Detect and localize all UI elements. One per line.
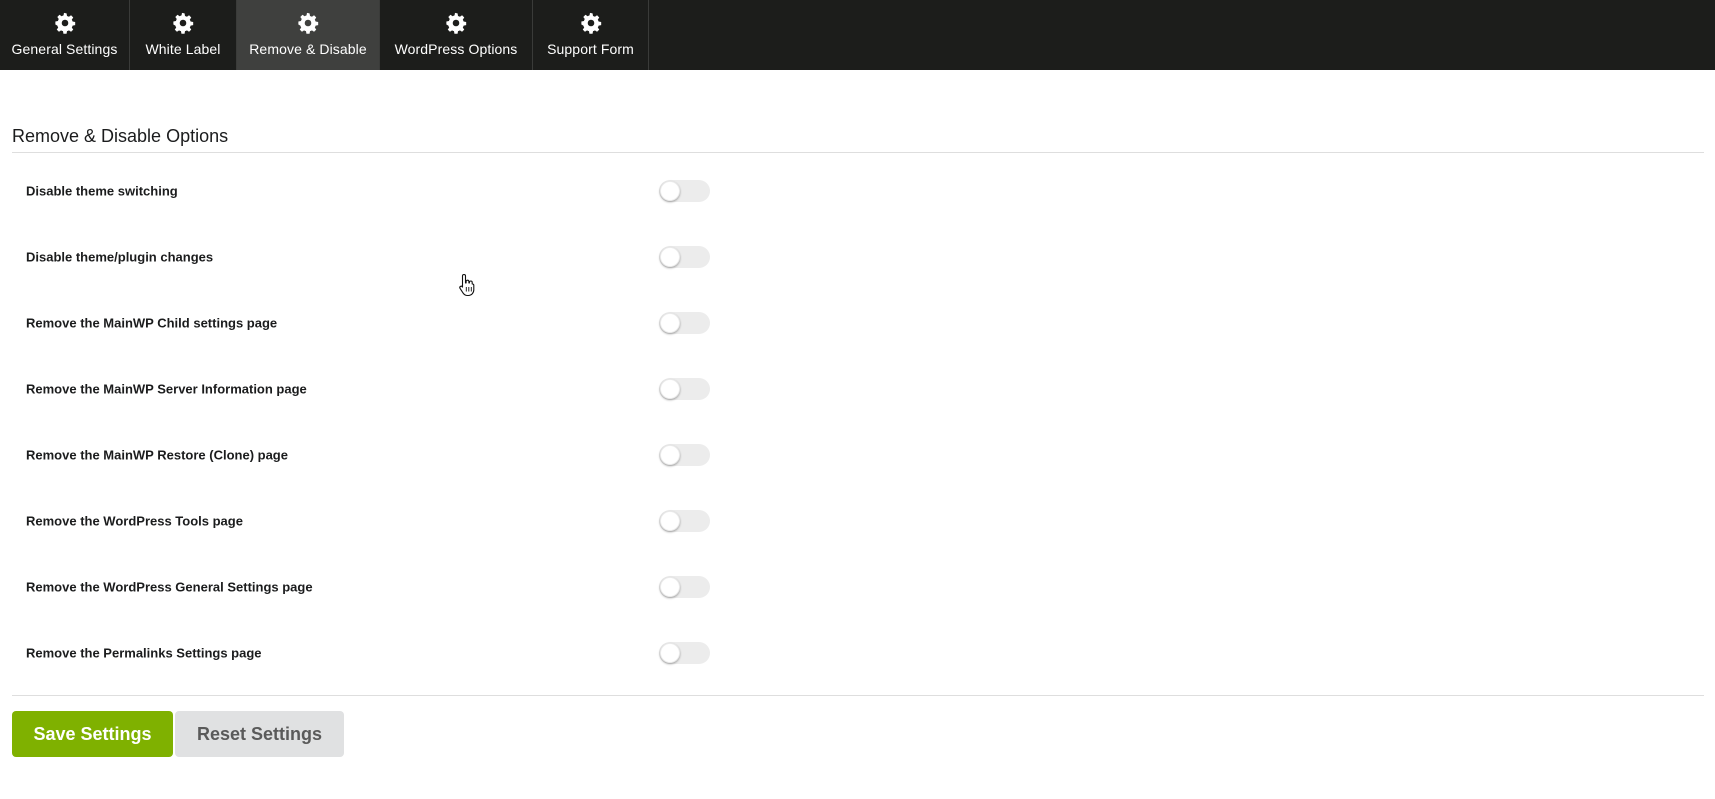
toggle-disable-theme-switching[interactable] (659, 180, 710, 202)
option-label-remove-child-settings: Remove the MainWP Child settings page (26, 315, 278, 331)
gear-icon (446, 12, 467, 34)
option-label-remove-tools-page: Remove the WordPress Tools page (26, 513, 243, 529)
gear-icon (298, 12, 319, 34)
save-settings-button[interactable]: Save Settings (12, 711, 173, 757)
toggle-knob (660, 511, 680, 531)
tab-remove-disable[interactable]: Remove & Disable (237, 0, 380, 70)
option-label-remove-permalinks: Remove the Permalinks Settings page (26, 645, 262, 661)
reset-settings-button[interactable]: Reset Settings (175, 711, 344, 757)
toggle-knob (660, 181, 680, 201)
option-label-remove-restore-clone: Remove the MainWP Restore (Clone) page (26, 447, 288, 463)
toggle-remove-general-settings[interactable] (659, 576, 710, 598)
tab-label: Support Form (547, 41, 634, 57)
toggle-knob (660, 445, 680, 465)
toggle-remove-tools-page[interactable] (659, 510, 710, 532)
toggle-remove-restore-clone[interactable] (659, 444, 710, 466)
tab-general-settings[interactable]: General Settings (0, 0, 130, 70)
settings-tab-bar: General Settings White Label Remove & Di… (0, 0, 1715, 70)
toggle-remove-child-settings[interactable] (659, 312, 710, 334)
section-divider (12, 152, 1704, 153)
toggle-disable-theme-plugin-changes[interactable] (659, 246, 710, 268)
option-label-remove-general-settings: Remove the WordPress General Settings pa… (26, 579, 313, 595)
option-label-remove-server-information: Remove the MainWP Server Information pag… (26, 381, 307, 397)
toggle-remove-permalinks[interactable] (659, 642, 710, 664)
tab-label: General Settings (11, 41, 118, 57)
tab-label: Remove & Disable (249, 41, 367, 57)
toggle-knob (660, 577, 680, 597)
toggle-knob (660, 379, 680, 399)
section-title: Remove & Disable Options (12, 126, 229, 146)
tab-support-form[interactable]: Support Form (533, 0, 649, 70)
gear-icon (580, 12, 601, 34)
footer-divider (12, 695, 1704, 696)
option-label-disable-theme-switching: Disable theme switching (26, 183, 178, 199)
tab-white-label[interactable]: White Label (130, 0, 237, 70)
gear-icon (54, 12, 75, 34)
toggle-knob (660, 247, 680, 267)
toggle-knob (660, 643, 680, 663)
option-label-disable-theme-plugin-changes: Disable theme/plugin changes (26, 249, 214, 265)
tab-wordpress-options[interactable]: WordPress Options (380, 0, 533, 70)
gear-icon (173, 12, 194, 34)
tab-label: WordPress Options (394, 41, 518, 57)
hand-cursor-icon (459, 273, 475, 297)
toggle-knob (660, 313, 680, 333)
toggle-remove-server-information[interactable] (659, 378, 710, 400)
tab-label: White Label (145, 41, 221, 57)
